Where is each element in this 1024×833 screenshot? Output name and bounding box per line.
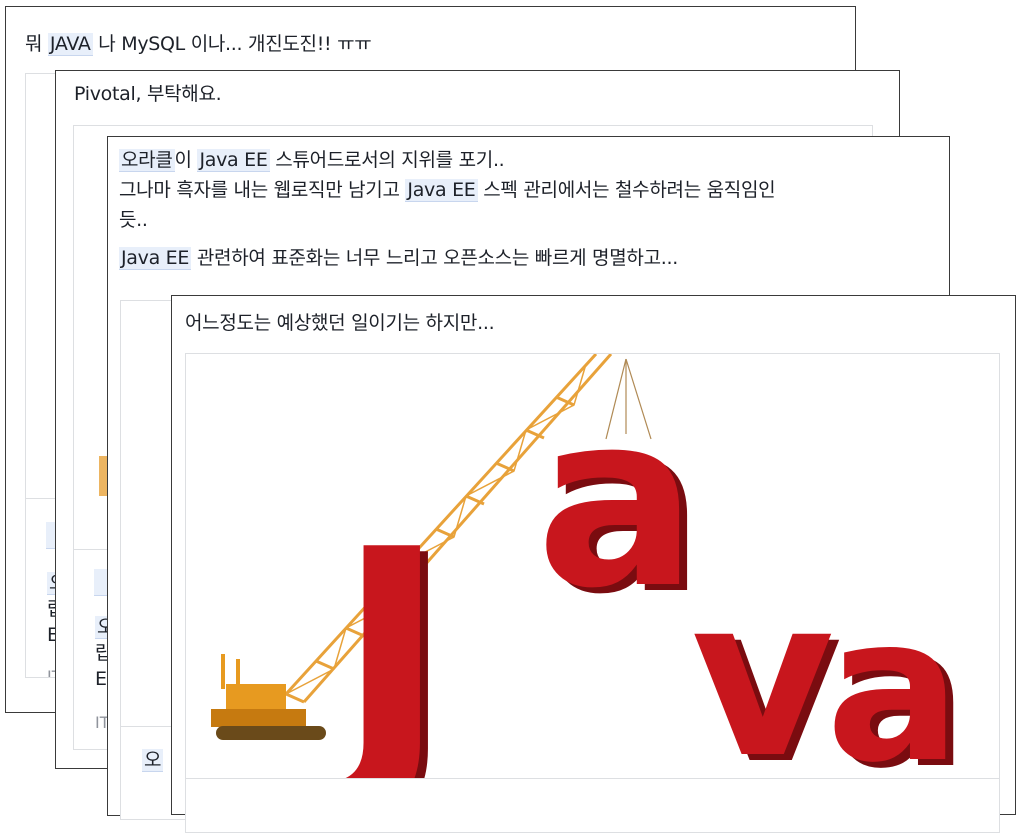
post-text: 오라클 이 Java EE 스튜어드로서의 지위를 포기.. 그나마 흑자를 내는… (119, 149, 776, 270)
post-text: 어느정도는 예상했던 일이기는 하지만... (185, 312, 495, 334)
java-crane-image: J J a a v v a a (211, 354, 969, 779)
hashtag-link[interactable]: Java EE (119, 247, 192, 270)
post-card-4: 어느정도는 예상했던 일이기는 하지만... J J a a v v a a (171, 295, 1016, 833)
hashtag-link[interactable]: Java EE (197, 149, 270, 172)
svg-text:v: v (691, 550, 834, 779)
link-preview[interactable]: J J a a v v a a (185, 353, 1000, 833)
post-text: Pivotal, 부탁해요. (74, 83, 222, 105)
java-logo: J J a a v v a a (317, 361, 969, 779)
hashtag-link[interactable]: JAVA (47, 33, 93, 56)
hashtag-link[interactable]: Java EE (405, 179, 478, 202)
svg-text:J: J (317, 486, 447, 779)
preview-text: E (95, 668, 108, 690)
svg-text:a: a (826, 574, 961, 779)
hashtag-link[interactable]: 오라클 (119, 149, 175, 172)
post-text: 뭐 JAVA 나 MySQL 이나... 개진도진!! ㅠㅠ (25, 33, 372, 56)
preview-text: 오 (142, 749, 164, 772)
svg-text:a: a (536, 361, 698, 641)
